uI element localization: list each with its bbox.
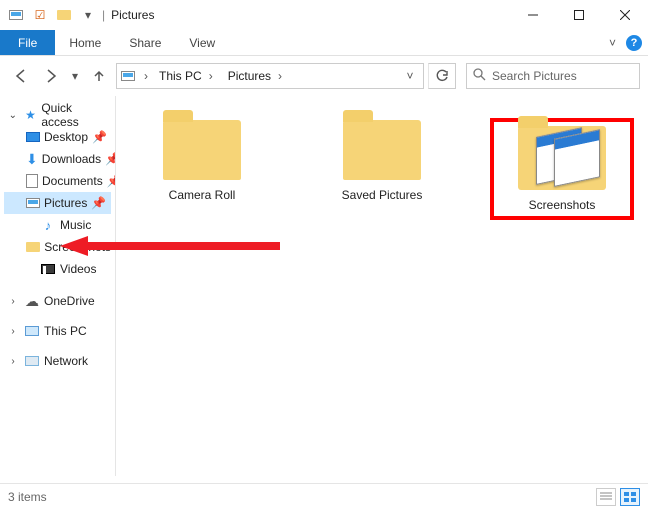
chevron-right-icon[interactable]: › — [204, 69, 218, 83]
content-area[interactable]: Camera Roll Saved Pictures Screenshots — [116, 96, 648, 476]
nav-item-videos[interactable]: Videos — [4, 258, 111, 280]
quick-access-star-icon: ★ — [24, 108, 38, 122]
folder-item-highlighted[interactable]: Screenshots — [492, 120, 632, 218]
document-icon — [26, 173, 38, 189]
chevron-right-icon[interactable]: › — [6, 296, 20, 307]
nav-label: Downloads — [42, 152, 101, 166]
folder-icon — [163, 120, 241, 180]
nav-item-desktop[interactable]: Desktop 📌 — [4, 126, 111, 148]
pc-icon — [24, 323, 40, 339]
pin-icon: 📌 — [107, 174, 116, 188]
refresh-button[interactable] — [428, 63, 456, 89]
nav-label: Documents — [42, 174, 103, 188]
search-box[interactable]: Search Pictures — [466, 63, 640, 89]
download-icon: ⬇ — [26, 151, 38, 167]
nav-item-music[interactable]: ♪ Music — [4, 214, 111, 236]
view-thumbnails-button[interactable] — [620, 488, 640, 506]
ribbon: File Home Share View ˅ ? — [0, 30, 648, 56]
pictures-icon — [8, 7, 24, 23]
up-button[interactable] — [86, 63, 112, 89]
breadcrumb-current[interactable]: Pictures› — [224, 69, 291, 83]
location-pictures-icon — [119, 67, 137, 85]
folder-preview-icon — [518, 126, 606, 190]
breadcrumb-current-label: Pictures — [228, 69, 271, 83]
nav-item-screenshots[interactable]: Screenshots — [4, 236, 111, 258]
search-placeholder: Search Pictures — [492, 69, 577, 83]
nav-item-documents[interactable]: Documents 📌 — [4, 170, 111, 192]
recent-locations-button[interactable]: ▾ — [68, 63, 82, 89]
nav-label: Desktop — [44, 130, 88, 144]
network-icon — [24, 353, 40, 369]
nav-network[interactable]: › Network — [4, 350, 111, 372]
help-icon[interactable]: ? — [626, 35, 642, 51]
status-count: 3 items — [8, 490, 47, 504]
folder-item[interactable]: Saved Pictures — [312, 120, 452, 202]
nav-label: Screenshots — [44, 240, 111, 254]
cloud-icon: ☁ — [24, 293, 40, 309]
folder-icon — [26, 239, 40, 255]
maximize-button[interactable] — [556, 0, 602, 30]
forward-button[interactable] — [38, 63, 64, 89]
folder-item[interactable]: Camera Roll — [132, 120, 272, 202]
pictures-icon — [26, 195, 40, 211]
address-root-chevron-icon[interactable]: › — [139, 69, 153, 83]
nav-label: Quick access — [41, 101, 111, 129]
ribbon-expand-icon[interactable]: ˅ — [609, 36, 616, 50]
video-icon — [40, 261, 56, 277]
chevron-right-icon[interactable]: › — [6, 356, 20, 367]
nav-onedrive[interactable]: › ☁ OneDrive — [4, 290, 111, 312]
address-history-chevron-icon[interactable]: ˅ — [403, 69, 417, 83]
minimize-button[interactable] — [510, 0, 556, 30]
music-icon: ♪ — [40, 217, 56, 233]
qat-customize-icon[interactable]: ▾ — [80, 7, 96, 23]
chevron-right-icon[interactable]: › — [6, 326, 20, 337]
file-tab[interactable]: File — [0, 30, 55, 55]
breadcrumb-root[interactable]: This PC› — [155, 69, 222, 83]
pin-icon: 📌 — [91, 196, 106, 210]
nav-item-downloads[interactable]: ⬇ Downloads 📌 — [4, 148, 111, 170]
qat-properties-icon[interactable]: ☑ — [32, 7, 48, 23]
item-label: Camera Roll — [169, 188, 236, 202]
nav-item-pictures[interactable]: Pictures 📌 — [4, 192, 111, 214]
nav-label: Pictures — [44, 196, 87, 210]
tab-share[interactable]: Share — [115, 30, 175, 55]
status-bar: 3 items — [0, 483, 648, 509]
nav-label: Videos — [60, 262, 96, 276]
breadcrumb-root-label: This PC — [159, 69, 202, 83]
tab-view[interactable]: View — [175, 30, 229, 55]
nav-label: This PC — [44, 324, 87, 338]
back-button[interactable] — [8, 63, 34, 89]
pin-icon: 📌 — [92, 130, 107, 144]
nav-label: OneDrive — [44, 294, 95, 308]
title-bar: ☑ ▾ | Pictures — [0, 0, 648, 30]
nav-this-pc[interactable]: › This PC — [4, 320, 111, 342]
tab-home[interactable]: Home — [55, 30, 115, 55]
search-icon — [473, 68, 486, 84]
title-separator: | — [102, 8, 105, 22]
qat-newfolder-icon[interactable] — [56, 7, 72, 23]
chevron-right-icon[interactable]: › — [273, 69, 287, 83]
nav-label: Network — [44, 354, 88, 368]
item-label: Saved Pictures — [342, 188, 423, 202]
chevron-down-icon[interactable]: ⌄ — [6, 110, 20, 121]
nav-quick-access[interactable]: ⌄ ★ Quick access — [4, 104, 111, 126]
folder-icon — [343, 120, 421, 180]
close-button[interactable] — [602, 0, 648, 30]
nav-label: Music — [60, 218, 91, 232]
pin-icon: 📌 — [105, 152, 116, 166]
desktop-icon — [26, 129, 40, 145]
view-details-button[interactable] — [596, 488, 616, 506]
navigation-pane[interactable]: ⌄ ★ Quick access Desktop 📌 ⬇ Downloads 📌… — [0, 96, 116, 476]
window-title: Pictures — [111, 8, 154, 22]
address-bar[interactable]: › This PC› Pictures› ˅ — [116, 63, 424, 89]
item-label: Screenshots — [529, 198, 596, 212]
navigation-row: ▾ › This PC› Pictures› ˅ Search Pictures — [0, 56, 648, 96]
